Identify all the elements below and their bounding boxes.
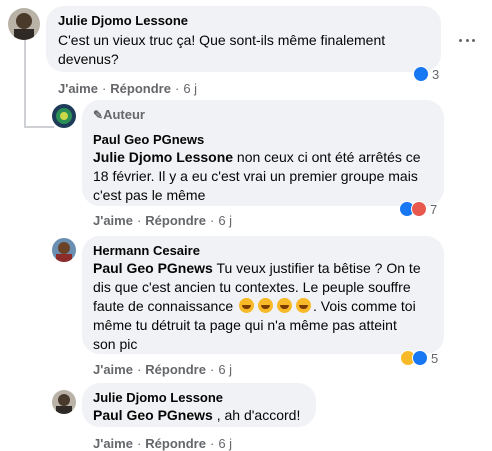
avatar[interactable]: [8, 8, 40, 40]
comment-actions: J'aime · Répondre · 6 j: [58, 81, 198, 96]
reaction-summary[interactable]: 5: [400, 348, 438, 368]
reaction-count: 7: [430, 201, 438, 217]
comment-text: C'est un vieux truc ça! Que sont-ils mêm…: [58, 32, 386, 67]
like-button[interactable]: J'aime: [58, 81, 98, 96]
laughing-emoji-icon: [258, 298, 273, 313]
timestamp[interactable]: 6 j: [183, 81, 197, 96]
comment-author[interactable]: Julie Djomo Lessone: [58, 13, 188, 28]
reaction-count: 5: [431, 350, 439, 366]
laughing-emoji-icon: [239, 298, 254, 313]
more-horizontal-icon[interactable]: [459, 36, 475, 44]
angry-reaction-icon: [411, 201, 427, 217]
timestamp[interactable]: 6 j: [218, 436, 232, 451]
reaction-summary[interactable]: 3: [413, 64, 439, 84]
like-reaction-icon: [412, 350, 428, 366]
author-badge: ✎Auteur: [93, 107, 145, 122]
comment-actions: J'aime · Répondre · 6 j: [93, 213, 233, 228]
like-button[interactable]: J'aime: [93, 436, 133, 451]
comment-text: Julie Djomo Lessone non ceux ci ont été …: [93, 149, 421, 203]
comment-actions: J'aime · Répondre · 6 j: [93, 362, 233, 377]
reply-button[interactable]: Répondre: [145, 436, 206, 451]
comment-author[interactable]: Paul Geo PGnews: [93, 132, 204, 147]
reaction-count: 3: [432, 66, 440, 82]
like-button[interactable]: J'aime: [93, 213, 133, 228]
timestamp[interactable]: 6 j: [218, 362, 232, 377]
mention-link[interactable]: Julie Djomo Lessone: [93, 149, 233, 165]
reaction-summary[interactable]: 7: [399, 199, 437, 219]
comment-text: Paul Geo PGnews Tu veux justifier ta bêt…: [93, 260, 421, 352]
mention-link[interactable]: Paul Geo PGnews: [93, 260, 213, 276]
avatar[interactable]: [52, 104, 76, 128]
mention-link[interactable]: Paul Geo PGnews: [93, 407, 213, 423]
comment-author[interactable]: Julie Djomo Lessone: [93, 390, 223, 405]
comment-text: Paul Geo PGnews , ah d'accord!: [93, 407, 301, 423]
laughing-emoji-icon: [277, 298, 292, 313]
like-reaction-icon: [413, 66, 429, 82]
timestamp[interactable]: 6 j: [218, 213, 232, 228]
laughing-emoji-icon: [296, 298, 311, 313]
avatar[interactable]: [52, 390, 76, 414]
author-badge-label: Auteur: [103, 107, 145, 122]
reply-button[interactable]: Répondre: [145, 362, 206, 377]
comment-actions: J'aime · Répondre · 6 j: [93, 436, 233, 451]
thread-line: [24, 126, 54, 128]
like-button[interactable]: J'aime: [93, 362, 133, 377]
reply-button[interactable]: Répondre: [145, 213, 206, 228]
pencil-icon: ✎: [93, 108, 104, 122]
reply-button[interactable]: Répondre: [110, 81, 171, 96]
comment-author[interactable]: Hermann Cesaire: [93, 243, 200, 258]
avatar[interactable]: [52, 238, 76, 262]
thread-line: [24, 40, 26, 126]
